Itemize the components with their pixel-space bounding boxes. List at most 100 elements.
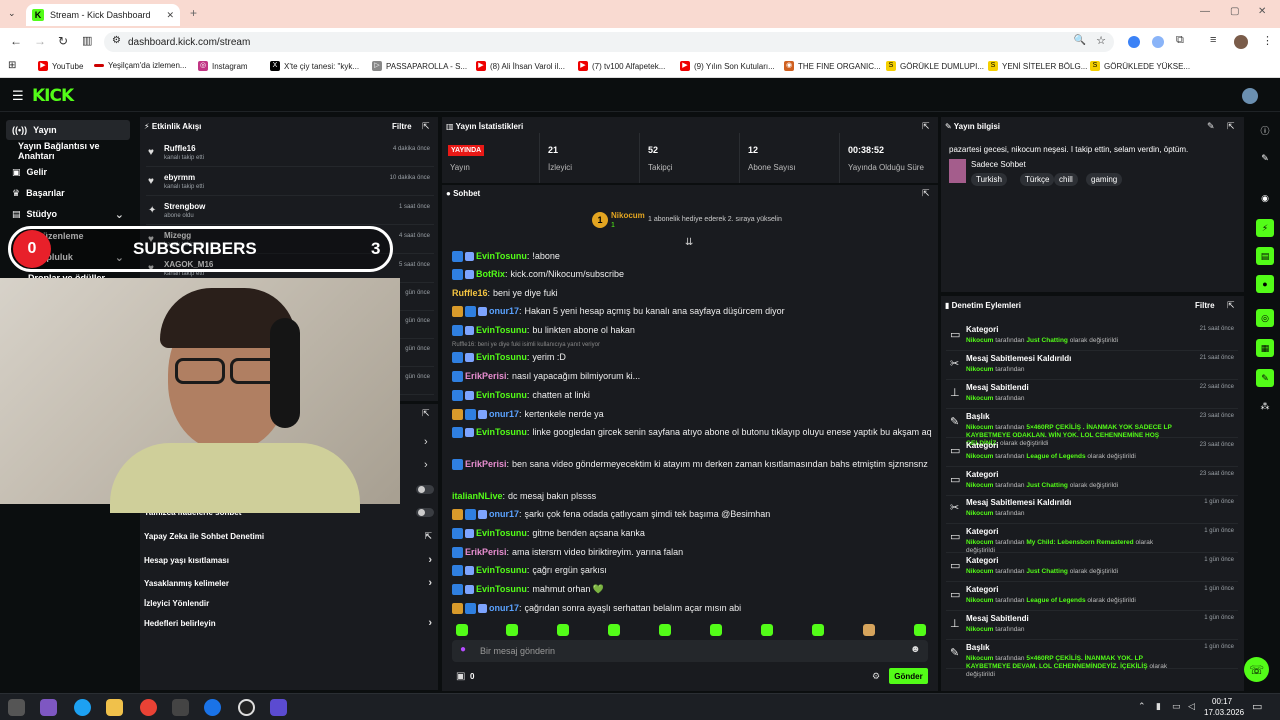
emote-icon[interactable]	[761, 624, 773, 636]
chat-panel-icon[interactable]: ●	[1256, 275, 1274, 293]
chat-username[interactable]: Ruffle16	[452, 287, 488, 300]
emote-icon[interactable]	[659, 624, 671, 636]
bookmark-item[interactable]: ▶ (8) Ali İhsan Varol il...	[476, 61, 565, 71]
copilot-icon[interactable]	[40, 699, 57, 716]
chat-username[interactable]: EvinTosunu	[476, 583, 527, 596]
chat-username[interactable]: EvinTosunu	[476, 250, 527, 263]
new-tab-icon[interactable]: +	[190, 6, 197, 20]
mod-actor[interactable]: Nikocum	[966, 655, 993, 662]
emote-icon[interactable]	[608, 624, 620, 636]
minimize-icon[interactable]: —	[1200, 6, 1210, 17]
calendar-panel-icon[interactable]: ▦	[1256, 339, 1274, 357]
extension-2-icon[interactable]	[1152, 36, 1164, 48]
mod-actor[interactable]: Nikocum	[966, 626, 993, 633]
bookmark-item[interactable]: X X'te çiy tanesi: "kyk...	[270, 61, 359, 71]
bookmark-item[interactable]: S GÖRÜKLEDE YÜKSE...	[1090, 61, 1190, 71]
mod-filter-button[interactable]: Filtre	[1195, 301, 1215, 310]
send-button[interactable]: Gönder	[889, 668, 928, 684]
chat-username[interactable]: onur17	[489, 408, 519, 421]
mod-actor[interactable]: Nikocum	[966, 366, 993, 373]
popout-icon[interactable]: ⇱	[422, 121, 430, 132]
popout-icon[interactable]: ⇱	[1227, 121, 1235, 132]
bookmark-item[interactable]: ◉ THE FINE ORGANIC...	[784, 61, 881, 71]
tag[interactable]: Türkçe	[1020, 173, 1055, 186]
reload-icon[interactable]: ↻	[58, 34, 68, 48]
microphone-icon[interactable]: ●	[460, 644, 466, 655]
tab-search-icon[interactable]: ⌄	[8, 8, 16, 19]
wrench-panel-icon[interactable]: ✎	[1256, 369, 1274, 387]
menu-kebab-icon[interactable]: ⋮	[1262, 34, 1273, 47]
chat-username[interactable]: ErikPerisi	[465, 546, 507, 559]
expand-pinned-icon[interactable]: ⇊	[685, 237, 693, 248]
bookmark-item[interactable]: S YENİ SİTELER BÖLG...	[988, 61, 1087, 71]
emote-icon[interactable]	[812, 624, 824, 636]
info-icon[interactable]: ⓘ	[1256, 121, 1274, 139]
site-info-icon[interactable]: ⚙	[112, 35, 121, 46]
sidebar-item-stream-key[interactable]: Yayın Bağlantısı ve Anahtarı	[6, 141, 130, 161]
browser-tab[interactable]: K Stream - Kick Dashboard ✕	[26, 4, 180, 26]
chat-username[interactable]: EvinTosunu	[476, 324, 527, 337]
setting-banned-words[interactable]: Yasaklanmış kelimeler ›	[144, 574, 438, 592]
emote-icon[interactable]	[557, 624, 569, 636]
network-icon[interactable]: ▭	[1172, 701, 1181, 712]
edge-icon[interactable]	[74, 699, 91, 716]
camera-icon[interactable]: ◉	[1256, 189, 1274, 207]
hamburger-menu-icon[interactable]: ☰	[12, 88, 24, 104]
emote-icon[interactable]	[914, 624, 926, 636]
reading-list-icon[interactable]: ≡	[1210, 34, 1216, 46]
emote-icon[interactable]	[456, 624, 468, 636]
chat-username[interactable]: BotRix	[476, 268, 505, 281]
chat-username[interactable]: onur17	[489, 305, 519, 318]
bookmark-item[interactable]: ◎ Instagram	[198, 61, 248, 71]
file-explorer-icon[interactable]	[106, 699, 123, 716]
share-icon[interactable]: ⁂	[1256, 397, 1274, 415]
mod-actor[interactable]: Nikocum	[966, 482, 993, 489]
apps-grid-icon[interactable]: ⊞	[8, 60, 16, 71]
emoji-picker-icon[interactable]: ☻	[910, 644, 921, 655]
bookmark-item[interactable]: ▶ (9) Yılın Son Kutuları...	[680, 61, 775, 71]
forward-icon[interactable]: →	[34, 34, 46, 48]
edit-pencil-icon[interactable]: ✎	[1207, 121, 1215, 132]
store-icon[interactable]	[172, 699, 189, 716]
mod-actor[interactable]: Nikocum	[966, 568, 993, 575]
broadcast-panel-icon[interactable]: ◎	[1256, 309, 1274, 327]
popout-icon[interactable]: ⇱	[422, 408, 430, 419]
chrome-profile-icon[interactable]	[204, 699, 221, 716]
file-panel-icon[interactable]: ▤	[1256, 247, 1274, 265]
popout-icon[interactable]: ⇱	[1227, 300, 1235, 311]
bookmark-item[interactable]: ▶ (7) tv100 Alfapetek...	[578, 61, 665, 71]
bookmark-star-icon[interactable]: ☆	[1096, 34, 1106, 47]
clock-date[interactable]: 17.03.2026	[1204, 708, 1244, 717]
mod-actor[interactable]: Nikocum	[966, 510, 993, 517]
sidebar-item-revenue[interactable]: ▣ Gelir	[6, 162, 130, 182]
bookmark-item[interactable]: S GÖRÜKLE DUMLUPI...	[886, 61, 984, 71]
chat-username[interactable]: ErikPerisi	[465, 458, 507, 471]
chat-username[interactable]: EvinTosunu	[476, 389, 527, 402]
chat-username[interactable]: italianNLive	[452, 490, 503, 503]
chat-username[interactable]: EvinTosunu	[476, 564, 527, 577]
popout-icon[interactable]: ⇱	[922, 188, 930, 199]
mod-actor[interactable]: Nikocum	[966, 597, 993, 604]
widgets-icon[interactable]	[8, 699, 25, 716]
tag[interactable]: Turkish	[971, 173, 1007, 186]
sidebar-item-studio[interactable]: ▤ Stüdyo ⌄	[6, 204, 130, 224]
points-icon[interactable]: ▣	[456, 671, 465, 682]
setting-viewer-redirect[interactable]: İzleyici Yönlendir	[144, 594, 438, 612]
discord-icon[interactable]	[270, 699, 287, 716]
bolt-panel-icon[interactable]: ⚡	[1256, 219, 1274, 237]
pinned-user[interactable]: Nikocum	[611, 211, 645, 220]
bookmark-item[interactable]: Yeşilçam'da izlemen...	[94, 61, 187, 70]
sidebar-item-achievements[interactable]: ♛ Başarılar	[6, 183, 130, 203]
volume-icon[interactable]: ◁	[1188, 701, 1195, 712]
mod-actor[interactable]: Nikocum	[966, 539, 993, 546]
support-chat-icon[interactable]: ☏	[1244, 657, 1269, 682]
setting-goals[interactable]: Hedefleri belirleyin ›	[144, 614, 438, 632]
chat-username[interactable]: EvinTosunu	[476, 426, 527, 439]
user-avatar[interactable]	[1242, 88, 1258, 104]
maximize-icon[interactable]: ▢	[1230, 6, 1239, 17]
notification-icon[interactable]: ▭	[1252, 700, 1262, 713]
obs-icon[interactable]	[238, 699, 255, 716]
close-tab-icon[interactable]: ✕	[166, 10, 174, 21]
chat-username[interactable]: onur17	[489, 508, 519, 521]
zoom-icon[interactable]: 🔍	[1074, 35, 1086, 46]
